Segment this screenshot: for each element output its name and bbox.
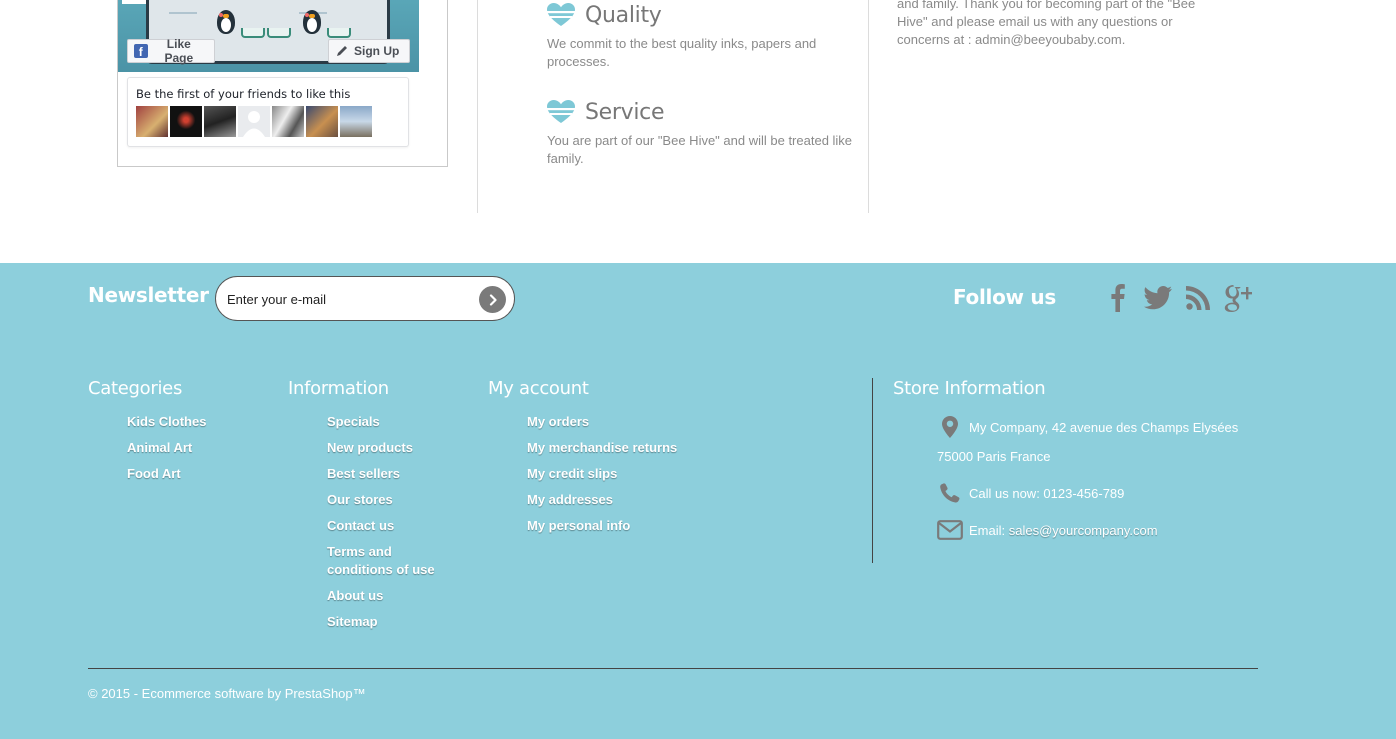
feature-quality: Quality We commit to the best quality in…	[547, 1, 857, 71]
phone-icon	[940, 483, 960, 503]
envelope-icon	[937, 520, 963, 540]
feature-title: Service	[585, 99, 665, 125]
categories-title: Categories	[88, 378, 183, 399]
feature-service: Service You are part of our "Bee Hive" a…	[547, 98, 857, 168]
info-link-new-products[interactable]: New products	[327, 439, 447, 457]
information-title: Information	[288, 378, 389, 399]
information-list: Specials New products Best sellers Our s…	[327, 413, 447, 639]
chevron-right-icon	[489, 293, 497, 306]
my-account-title: My account	[488, 378, 589, 399]
shopping-cart-icon	[267, 28, 291, 38]
account-link-orders[interactable]: My orders	[527, 413, 697, 431]
newsletter-title: Newsletter	[88, 283, 209, 307]
feature-description: You are part of our "Bee Hive" and will …	[547, 133, 853, 166]
rss-link[interactable]	[1183, 283, 1213, 313]
column-divider	[477, 0, 478, 213]
friend-avatar[interactable]	[306, 106, 338, 137]
friend-avatars	[136, 106, 372, 137]
info-link-terms[interactable]: Terms and conditions of use	[327, 543, 447, 579]
newsletter-email-input[interactable]	[227, 290, 467, 308]
store-address: My Company, 42 avenue des Champs Elysées	[937, 416, 1238, 438]
info-link-contact-us[interactable]: Contact us	[327, 517, 447, 535]
heart-icon	[547, 3, 575, 26]
info-link-specials[interactable]: Specials	[327, 413, 447, 431]
store-information-title: Store Information	[893, 378, 1046, 399]
category-link-animal-art[interactable]: Animal Art	[127, 439, 247, 457]
account-link-credit-slips[interactable]: My credit slips	[527, 465, 697, 483]
newsletter-submit-button[interactable]	[479, 286, 506, 313]
like-page-label: Like Page	[164, 37, 194, 65]
account-link-personal-info[interactable]: My personal info	[527, 517, 697, 535]
store-city-text: 75000 Paris France	[937, 449, 1051, 464]
friend-avatar[interactable]	[340, 106, 372, 137]
feature-description: We commit to the best quality inks, pape…	[547, 36, 817, 69]
info-link-sitemap[interactable]: Sitemap	[327, 613, 447, 631]
facebook-icon: f	[134, 44, 148, 59]
heart-icon	[547, 100, 575, 123]
info-link-our-stores[interactable]: Our stores	[327, 491, 447, 509]
store-phone: Call us now: 0123-456-789	[937, 482, 1124, 504]
store-divider	[872, 378, 873, 563]
facebook-friends-panel: Be the first of your friends to like thi…	[127, 77, 409, 147]
penguin-mascot	[299, 4, 325, 38]
friend-avatar[interactable]	[238, 106, 270, 137]
category-link-food-art[interactable]: Food Art	[127, 465, 247, 483]
signup-label: Sign Up	[354, 44, 400, 58]
friends-like-text: Be the first of your friends to like thi…	[136, 87, 351, 101]
info-link-best-sellers[interactable]: Best sellers	[327, 465, 447, 483]
shopping-cart-icon	[327, 28, 351, 38]
about-us-text: and family. Thank you for becoming part …	[897, 0, 1196, 47]
store-phone-label: Call us now:	[969, 485, 1044, 501]
category-link-kids-clothes[interactable]: Kids Clothes	[127, 413, 247, 431]
facebook-like-page-button[interactable]: f Like Page	[127, 37, 215, 65]
friend-avatar[interactable]	[170, 106, 202, 137]
friend-avatar[interactable]	[136, 106, 168, 137]
facebook-link[interactable]	[1103, 283, 1133, 313]
store-address-text: My Company, 42 avenue des Champs Elysées	[969, 419, 1239, 435]
penguin-mascot	[213, 4, 239, 38]
map-marker-icon	[942, 416, 958, 438]
twitter-icon	[1144, 286, 1172, 310]
store-phone-number: 0123-456-789	[1043, 485, 1125, 501]
shopping-cart-icon	[241, 28, 265, 38]
footer-divider	[88, 668, 1258, 669]
store-email-link[interactable]: sales@yourcompany.com	[1009, 523, 1158, 538]
twitter-link[interactable]	[1143, 283, 1173, 313]
categories-list: Kids Clothes Animal Art Food Art	[127, 413, 247, 491]
content-section: f Like Page Sign Up Be the first of your…	[0, 0, 1396, 263]
feature-title: Quality	[585, 2, 662, 28]
facebook-icon	[1111, 284, 1125, 312]
info-link-about-us[interactable]: About us	[327, 587, 447, 605]
store-email-label: Email:	[969, 522, 1009, 538]
google-plus-icon	[1224, 285, 1252, 312]
friend-avatar[interactable]	[204, 106, 236, 137]
newsletter-form	[215, 276, 515, 321]
account-link-addresses[interactable]: My addresses	[527, 491, 697, 509]
follow-us-title: Follow us	[953, 285, 1056, 309]
account-link-merchandise-returns[interactable]: My merchandise returns	[527, 439, 697, 457]
copyright-text[interactable]: © 2015 - Ecommerce software by PrestaSho…	[88, 686, 366, 701]
facebook-cover-image[interactable]: f Like Page Sign Up	[118, 0, 419, 72]
my-account-list: My orders My merchandise returns My cred…	[527, 413, 697, 543]
store-email: Email: sales@yourcompany.com	[937, 519, 1158, 541]
rss-icon	[1186, 286, 1210, 310]
motion-line	[169, 12, 197, 14]
friend-avatar[interactable]	[272, 106, 304, 137]
facebook-signup-button[interactable]: Sign Up	[328, 39, 410, 63]
facebook-page-widget: f Like Page Sign Up Be the first of your…	[117, 0, 448, 167]
footer: Newsletter Follow us Categories	[0, 263, 1396, 739]
pencil-icon	[337, 46, 347, 56]
column-divider	[868, 0, 869, 213]
google-plus-link[interactable]	[1223, 283, 1253, 313]
